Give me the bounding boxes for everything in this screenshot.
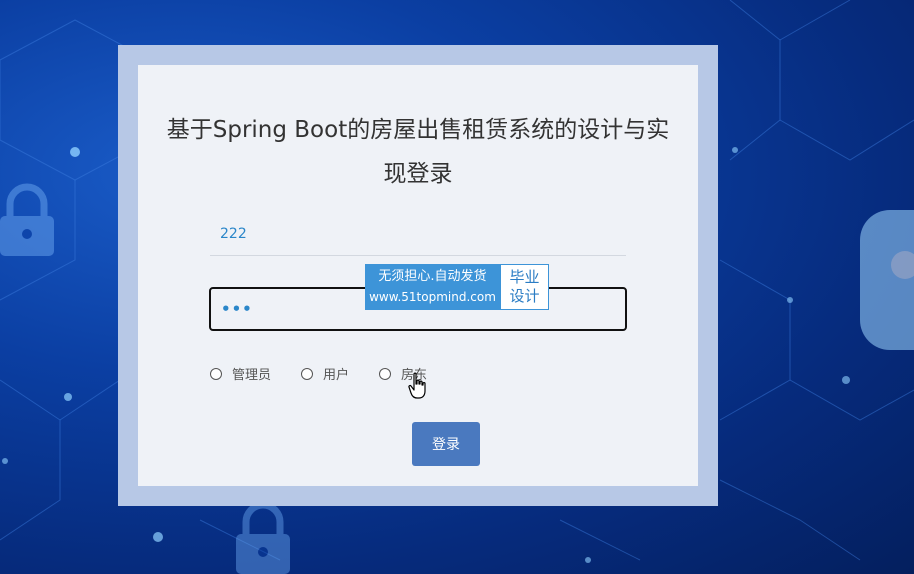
username-input[interactable]	[210, 212, 626, 256]
radio-circle-icon[interactable]	[210, 367, 222, 380]
watermark-badge-line2: 设计	[509, 287, 540, 305]
role-label: 管理员	[232, 368, 272, 383]
watermark-text: 无须担心.自动发货 www.51topmind.com	[365, 264, 500, 310]
page-title: 基于Spring Boot的房屋出售租赁系统的设计与实现登录	[166, 117, 670, 187]
radio-circle-icon[interactable]	[379, 367, 392, 380]
watermark-line2: www.51topmind.com	[369, 290, 496, 304]
watermark-badge-line1: 毕业	[509, 268, 540, 286]
watermark-overlay: 无须担心.自动发货 www.51topmind.com 毕业 设计	[365, 264, 549, 310]
lock-icon	[860, 210, 914, 350]
role-label: 用户	[323, 368, 350, 383]
radio-circle-icon[interactable]	[301, 367, 314, 380]
role-option-user[interactable]: 用户	[301, 364, 349, 383]
watermark-badge: 毕业 设计	[500, 264, 549, 310]
role-option-admin[interactable]: 管理员	[210, 364, 271, 383]
lock-icon	[0, 183, 54, 256]
login-button[interactable]: 登录	[412, 422, 480, 466]
hand-pointer-icon	[408, 372, 426, 399]
lock-icon	[236, 501, 290, 574]
watermark-line1: 无须担心.自动发货	[378, 269, 487, 284]
